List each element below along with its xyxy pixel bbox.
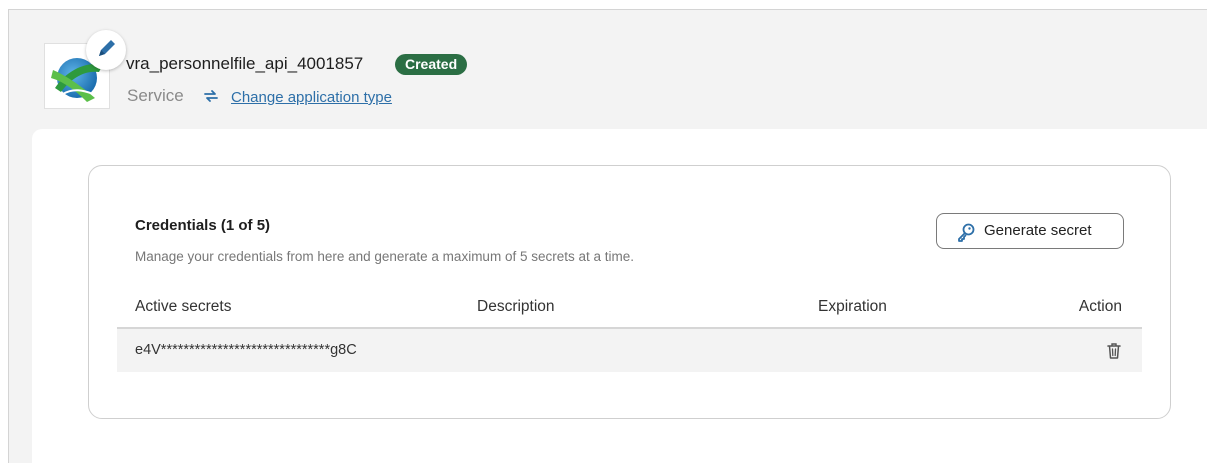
column-header-active-secrets: Active secrets xyxy=(135,298,232,315)
credentials-subtitle: Manage your credentials from here and ge… xyxy=(135,249,634,264)
app-type-label: Service xyxy=(127,86,184,105)
credentials-title: Credentials (1 of 5) xyxy=(135,217,271,234)
change-application-type-link[interactable]: Change application type xyxy=(231,89,392,106)
column-header-description: Description xyxy=(477,298,555,315)
column-header-expiration: Expiration xyxy=(818,298,887,315)
secret-value: e4V******************************g8C xyxy=(135,342,357,358)
pencil-icon xyxy=(99,40,115,56)
column-header-action: Action xyxy=(1078,298,1122,315)
table-row: e4V******************************g8C xyxy=(117,327,1142,372)
sync-icon xyxy=(201,86,221,111)
key-icon xyxy=(958,223,975,242)
generate-secret-label: Generate secret xyxy=(984,222,1092,239)
status-badge: Created xyxy=(395,54,468,75)
trash-icon[interactable] xyxy=(1104,341,1124,366)
edit-app-button[interactable] xyxy=(86,30,126,70)
generate-secret-button[interactable]: Generate secret xyxy=(936,213,1124,249)
app-name: vra_personnelfile_api_4001857 xyxy=(126,54,364,73)
credentials-card xyxy=(88,165,1171,419)
